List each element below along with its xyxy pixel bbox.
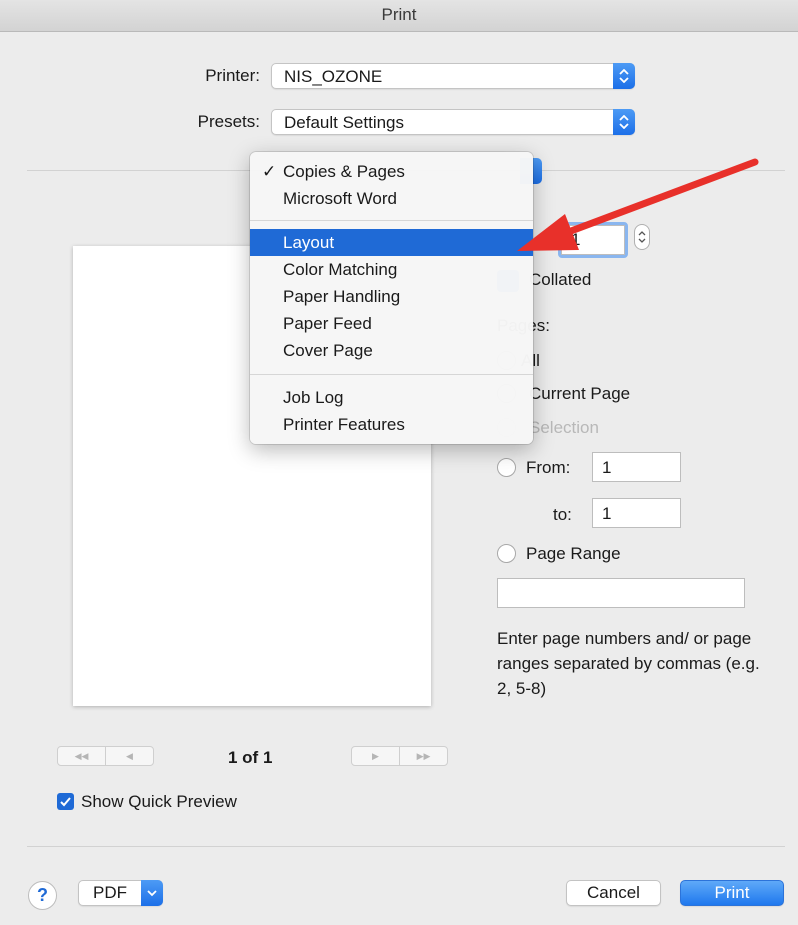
pages-to-label: to:	[553, 505, 572, 524]
pages-to-field[interactable]: 1	[592, 498, 681, 528]
printer-popup[interactable]: NIS_OZONE	[271, 63, 635, 89]
menu-item-microsoft-word[interactable]: Microsoft Word	[250, 185, 533, 212]
last-page-icon: ▶▶	[416, 750, 431, 761]
menu-item-cover-page[interactable]: Cover Page	[250, 337, 533, 364]
print-label: Print	[714, 883, 750, 902]
pages-range-label: Page Range	[526, 544, 621, 563]
pages-range-hint: Enter page numbers and/ or page ranges s…	[497, 629, 760, 698]
quick-preview-label: Show Quick Preview	[81, 792, 237, 811]
pages-current-label: Current Page	[529, 384, 631, 403]
pages-range-radio[interactable]	[497, 544, 516, 563]
next-page-button[interactable]: ▶	[352, 747, 399, 765]
menu-item-label: Paper Handling	[283, 287, 401, 306]
presets-label: Presets:	[197, 112, 260, 131]
menu-item-label: Paper Feed	[283, 314, 372, 333]
help-icon: ?	[37, 885, 48, 905]
presets-value: Default Settings	[284, 113, 405, 132]
pdf-chevron-down-icon	[141, 880, 163, 906]
pages-range-field[interactable]	[497, 578, 745, 608]
menu-item-label: Layout	[283, 233, 335, 252]
menu-item-label: Cover Page	[283, 341, 373, 360]
cancel-label: Cancel	[587, 883, 640, 902]
menu-item-paper-feed[interactable]: Paper Feed	[250, 310, 533, 337]
print-button[interactable]: Print	[680, 880, 784, 906]
first-page-icon: ◀◀	[74, 750, 89, 761]
annotation-arrow-icon	[517, 158, 759, 251]
help-button[interactable]: ?	[28, 881, 57, 910]
menu-item-copies-pages[interactable]: ✓ Copies & Pages	[250, 158, 533, 185]
first-page-button[interactable]: ◀◀	[58, 747, 105, 765]
preview-nav-forward-group: ▶ ▶▶	[351, 746, 448, 766]
last-page-button[interactable]: ▶▶	[399, 747, 447, 765]
menu-separator	[250, 220, 533, 221]
pages-from-field[interactable]: 1	[592, 452, 681, 482]
menu-item-label: Color Matching	[283, 260, 398, 279]
checkmark-icon	[60, 797, 71, 807]
cancel-button[interactable]: Cancel	[566, 880, 661, 906]
checkmark-icon: ✓	[262, 162, 277, 181]
menu-separator	[250, 374, 533, 375]
menu-item-label: Microsoft Word	[283, 189, 397, 208]
collated-label: Collated	[529, 270, 592, 289]
menu-item-paper-handling[interactable]: Paper Handling	[250, 283, 533, 310]
menu-item-job-log[interactable]: Job Log	[250, 384, 533, 411]
presets-popup-arrows-icon	[613, 109, 635, 135]
menu-item-layout[interactable]: Layout	[250, 229, 533, 256]
section-menu: ✓ Copies & Pages Microsoft Word Layout C…	[250, 152, 533, 444]
menu-item-label: Job Log	[283, 388, 344, 407]
menu-item-label: Printer Features	[283, 415, 405, 434]
printer-value: NIS_OZONE	[284, 67, 383, 86]
printer-popup-arrows-icon	[613, 63, 635, 89]
pages-from-label: From:	[526, 458, 571, 477]
pages-selection-label: Selection	[529, 418, 599, 437]
printer-label: Printer:	[205, 66, 260, 85]
pages-to-value: 1	[602, 504, 612, 523]
window-title-bar: Print	[0, 0, 798, 32]
next-page-icon: ▶	[372, 750, 379, 761]
presets-popup[interactable]: Default Settings	[271, 109, 635, 135]
prev-page-icon: ◀	[126, 750, 133, 761]
menu-item-label: Copies & Pages	[283, 162, 405, 181]
pages-from-value: 1	[602, 458, 612, 477]
menu-item-color-matching[interactable]: Color Matching	[250, 256, 533, 283]
pages-from-radio[interactable]	[497, 458, 516, 477]
prev-page-button[interactable]: ◀	[105, 747, 153, 765]
page-indicator: 1 of 1	[228, 748, 273, 767]
menu-item-printer-features[interactable]: Printer Features	[250, 411, 533, 438]
preview-nav-back-group: ◀◀ ◀	[57, 746, 154, 766]
window-title: Print	[381, 5, 417, 24]
quick-preview-checkbox[interactable]	[57, 793, 74, 810]
pdf-label: PDF	[93, 883, 127, 902]
bottom-separator	[27, 846, 785, 847]
pdf-button[interactable]: PDF	[78, 880, 163, 906]
